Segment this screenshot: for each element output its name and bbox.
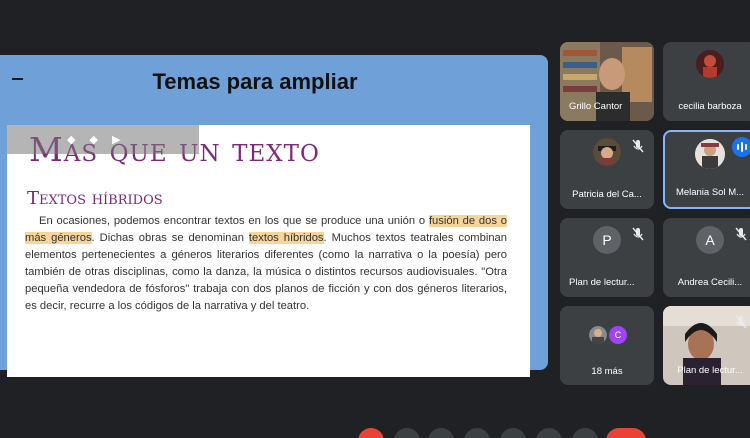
camera-toggle-button[interactable] [394, 428, 420, 438]
meet-window: Temas para ampliar Más que un texto ◆ ◆ … [0, 0, 750, 438]
mic-off-icon [735, 227, 747, 241]
participant-name: Patricia del Ca... [572, 189, 642, 200]
reactions-button[interactable] [464, 428, 490, 438]
participant-count: 18 más [591, 366, 623, 377]
participant-tile[interactable]: Melania Sol M... [663, 130, 750, 209]
participant-tile[interactable]: Patricia del Ca... [560, 130, 654, 209]
participant-name: cecilia barboza [678, 101, 742, 112]
highlight-text: textos híbridos [248, 232, 324, 244]
zoom-out-icon[interactable]: ◆ [67, 133, 75, 146]
end-call-button[interactable] [606, 428, 646, 438]
participant-tile[interactable]: A Andrea Cecili... [663, 218, 750, 297]
participant-name: Grillo Cantor [569, 101, 623, 112]
participant-tile[interactable]: Plan de lectur... [663, 306, 750, 385]
participant-name: Andrea Cecili... [677, 277, 743, 288]
participant-tile[interactable]: cecilia barboza [663, 42, 750, 121]
mic-off-icon [735, 315, 747, 329]
audio-level-icon [732, 137, 750, 157]
slide-title: Temas para ampliar [152, 69, 358, 94]
participant-tile[interactable]: P Plan de lectur... [560, 218, 654, 297]
fullscreen-icon[interactable]: ▶ [112, 133, 120, 146]
avatar: C [609, 326, 627, 344]
paragraph-text: . Muchos textos teatrales combinan eleme… [25, 232, 507, 312]
mic-toggle-button[interactable] [358, 428, 384, 438]
avatar [589, 326, 607, 344]
bottom-toolbar [0, 420, 750, 438]
participant-name: Melania Sol M... [675, 187, 745, 198]
avatar [695, 139, 725, 169]
paragraph-text: En ocasiones, podemos encontrar textos e… [39, 215, 429, 227]
participant-tile[interactable]: Grillo Cantor [560, 42, 654, 121]
document-paragraph: En ocasiones, podemos encontrar textos e… [25, 213, 507, 315]
zoom-in-icon[interactable]: ◆ [89, 133, 97, 146]
present-button[interactable] [500, 428, 526, 438]
document-subheading: Textos híbridos [27, 188, 163, 209]
avatar: A [696, 226, 724, 254]
paragraph-text: . Dichas obras se denominan [91, 232, 249, 244]
presentation-controls-overlay[interactable]: ◆ ◆ ▶ [7, 125, 199, 154]
mic-off-icon [632, 227, 644, 241]
participant-name: Plan de lectur... [569, 277, 635, 288]
raise-hand-button[interactable] [536, 428, 562, 438]
document-page: Más que un texto ◆ ◆ ▶ Textos híbridos E… [7, 125, 530, 377]
captions-button[interactable] [428, 428, 454, 438]
more-participants-tile[interactable]: C 18 más [560, 306, 654, 385]
avatar [593, 138, 621, 166]
mic-off-icon [632, 139, 644, 153]
participant-name: Plan de lectur... [677, 365, 743, 376]
avatar [696, 50, 724, 78]
avatar: P [593, 226, 621, 254]
more-options-button[interactable] [572, 428, 598, 438]
presentation-stage: Temas para ampliar Más que un texto ◆ ◆ … [0, 55, 548, 377]
